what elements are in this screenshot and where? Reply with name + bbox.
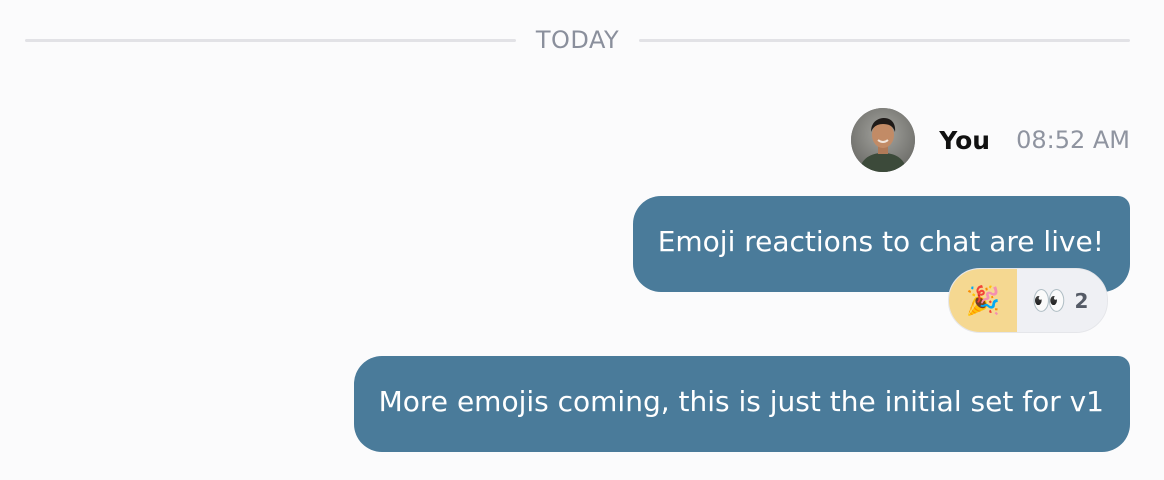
reaction-party-button[interactable]: 🎉 xyxy=(949,269,1017,332)
date-divider: TODAY xyxy=(25,24,1131,56)
reaction-eyes-button[interactable]: 👀 2 xyxy=(1017,269,1107,332)
eyes-icon: 👀 xyxy=(1031,283,1067,317)
message-text: More emojis coming, this is just the ini… xyxy=(378,385,1104,418)
reaction-bar: 🎉 👀 2 xyxy=(948,268,1108,333)
reaction-count: 2 xyxy=(1074,288,1089,313)
message-bubble[interactable]: More emojis coming, this is just the ini… xyxy=(353,356,1130,452)
message-header: You 08:52 AM xyxy=(851,108,1130,172)
party-popper-icon: 🎉 xyxy=(965,283,1001,317)
divider-line-left xyxy=(25,38,516,42)
user-avatar-icon xyxy=(851,108,916,172)
date-divider-label: TODAY xyxy=(535,26,620,54)
sender-name[interactable]: You xyxy=(939,126,990,155)
divider-line-right xyxy=(639,38,1131,42)
avatar[interactable] xyxy=(851,108,916,172)
message-timestamp: 08:52 AM xyxy=(1016,126,1130,154)
message-text: Emoji reactions to chat are live! xyxy=(657,225,1104,258)
